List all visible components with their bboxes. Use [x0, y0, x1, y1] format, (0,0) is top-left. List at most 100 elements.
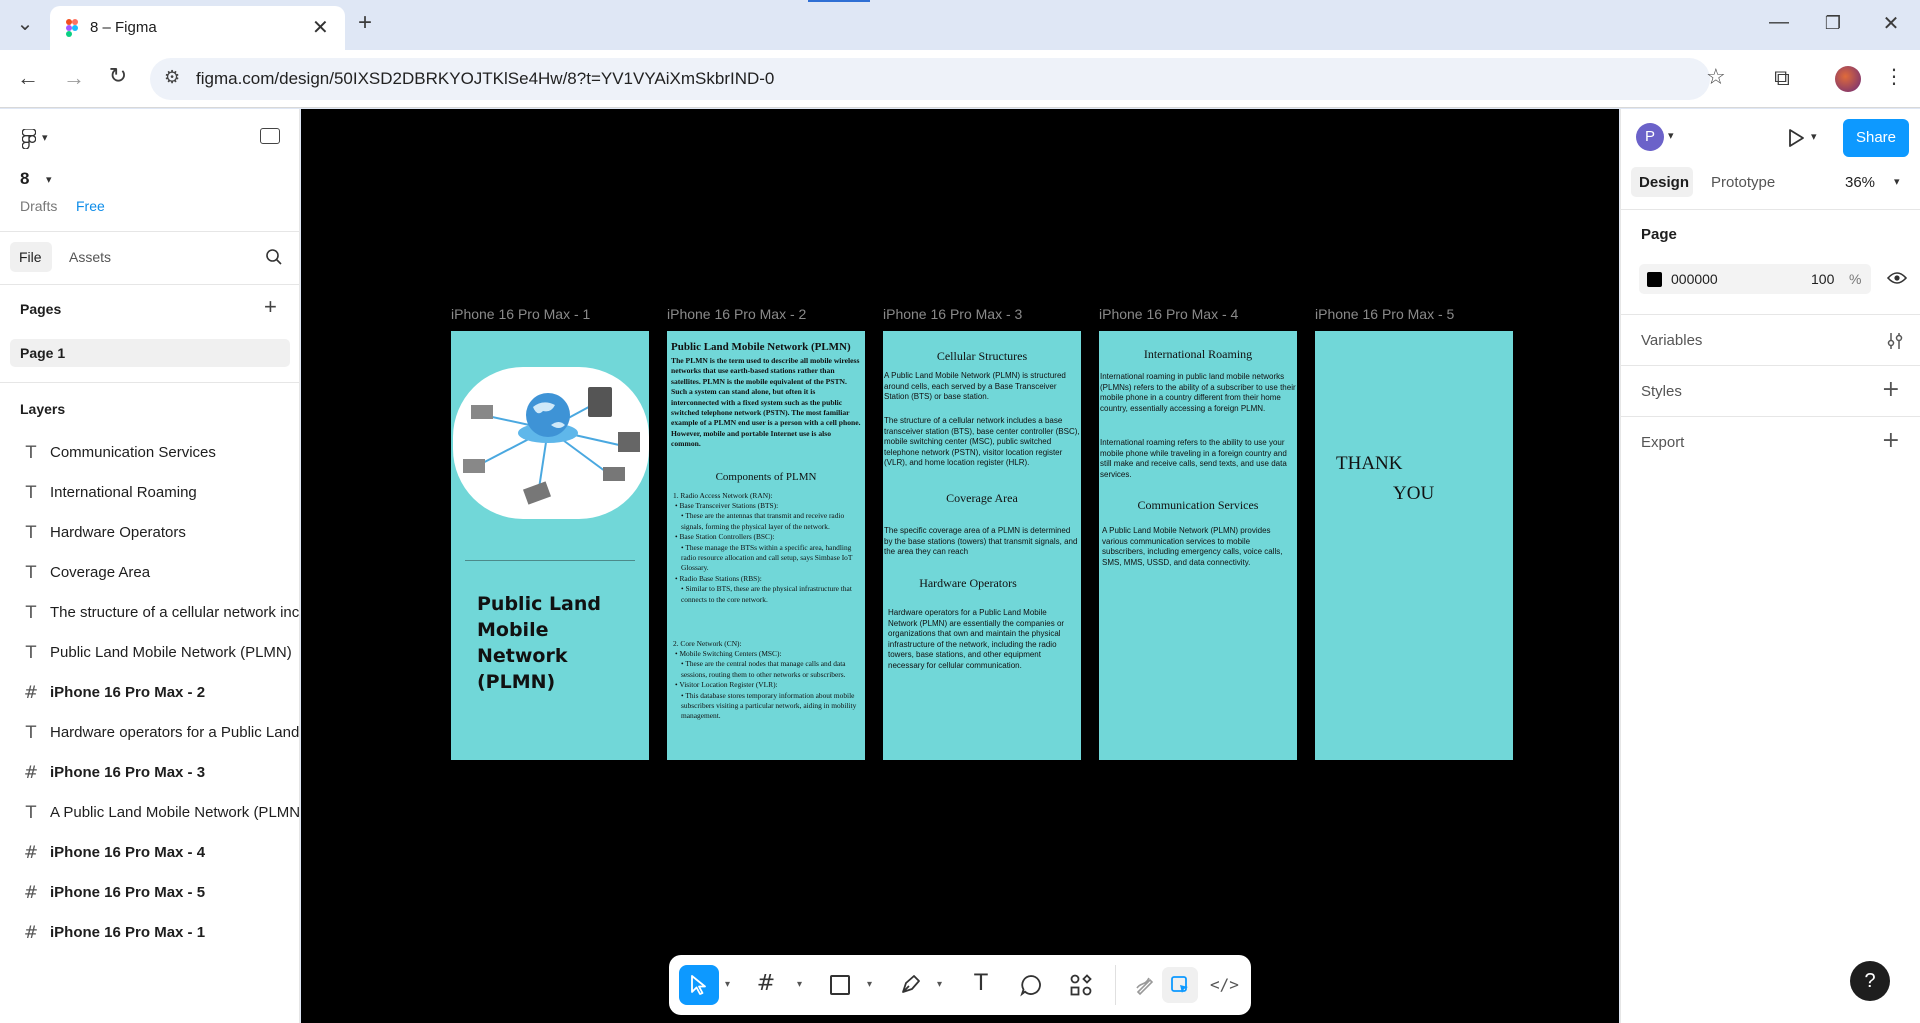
extensions-icon[interactable]: ⧉: [1770, 67, 1794, 89]
site-info-icon[interactable]: ⚙: [164, 67, 180, 88]
page-item[interactable]: Page 1: [10, 339, 290, 367]
layer-row[interactable]: T The structure of a cellular network inc: [0, 593, 300, 633]
pen-tool-chevron-icon[interactable]: ▾: [937, 979, 942, 990]
reload-icon[interactable]: ↻: [106, 66, 130, 88]
minimize-window-icon[interactable]: —: [1768, 12, 1790, 32]
frame-tool-chevron-icon[interactable]: ▾: [797, 979, 802, 990]
layer-label: Coverage Area: [50, 564, 151, 581]
variables-settings-icon[interactable]: [1887, 332, 1903, 350]
layer-label: iPhone 16 Pro Max - 5: [50, 884, 206, 901]
comment-tool-icon[interactable]: [1019, 973, 1043, 997]
frame-iphone-1[interactable]: Public Land Mobile Network (PLMN): [451, 331, 649, 760]
bookmark-star-icon[interactable]: ☆: [1706, 65, 1726, 90]
file-name-chevron-icon[interactable]: ▾: [46, 173, 52, 186]
file-name[interactable]: 8: [20, 169, 29, 189]
frame-iphone-2[interactable]: Public Land Mobile Network (PLMN) The PL…: [667, 331, 865, 760]
layer-label: The structure of a cellular network inc: [50, 604, 300, 621]
tab-design-label: Design: [1639, 174, 1690, 191]
layer-row[interactable]: T International Roaming: [0, 473, 300, 513]
present-play-icon[interactable]: [1788, 129, 1804, 147]
browser-tab[interactable]: 8 – Figma ✕: [50, 6, 345, 50]
browser-menu-icon[interactable]: ⋮: [1884, 67, 1904, 87]
layer-row[interactable]: # iPhone 16 Pro Max - 3: [0, 753, 300, 793]
add-export-icon[interactable]: +: [1882, 428, 1900, 453]
frame-iphone-3[interactable]: Cellular Structures A Public Land Mobile…: [883, 331, 1081, 760]
back-icon[interactable]: ←: [16, 67, 40, 89]
shape-tool-chevron-icon[interactable]: ▾: [867, 979, 872, 990]
text-tool-icon[interactable]: T: [969, 971, 993, 997]
figma-menu-chevron-icon[interactable]: ▾: [42, 131, 48, 144]
layer-label: Communication Services: [50, 444, 216, 461]
page-color-swatch[interactable]: [1647, 272, 1662, 287]
drafts-link[interactable]: Drafts: [20, 198, 57, 214]
actions-tool-icon[interactable]: [1069, 973, 1093, 997]
design-mode-button[interactable]: [1162, 967, 1198, 1003]
zoom-chevron-icon[interactable]: ▾: [1894, 175, 1900, 188]
draw-mode-icon[interactable]: [1135, 974, 1157, 996]
layer-row[interactable]: T Public Land Mobile Network (PLMN): [0, 633, 300, 673]
layer-row[interactable]: # iPhone 16 Pro Max - 1: [0, 913, 300, 953]
layer-row[interactable]: T Hardware operators for a Public Land: [0, 713, 300, 753]
frame-title[interactable]: iPhone 16 Pro Max - 3: [883, 306, 1022, 322]
frame-title[interactable]: iPhone 16 Pro Max - 1: [451, 306, 590, 322]
shape-tool-icon[interactable]: [830, 975, 850, 995]
restore-window-icon[interactable]: ❐: [1822, 13, 1844, 33]
pages-heading: Pages: [20, 301, 62, 317]
present-chevron-icon[interactable]: ▾: [1811, 130, 1817, 143]
frame-title[interactable]: iPhone 16 Pro Max - 5: [1315, 306, 1454, 322]
visibility-eye-icon[interactable]: [1887, 271, 1907, 285]
layer-row[interactable]: # iPhone 16 Pro Max - 5: [0, 873, 300, 913]
tab-assets[interactable]: Assets: [69, 249, 111, 265]
page-color-field[interactable]: 000000 100 %: [1639, 264, 1871, 294]
avatar-chevron-icon[interactable]: ▾: [1668, 129, 1674, 142]
help-button-label: ?: [1864, 970, 1876, 992]
divider: [0, 382, 300, 383]
frame-iphone-4[interactable]: International Roaming International roam…: [1099, 331, 1297, 760]
search-icon[interactable]: [265, 248, 283, 266]
close-window-icon[interactable]: ✕: [1880, 13, 1902, 33]
move-tool-button[interactable]: [679, 965, 719, 1005]
add-page-icon[interactable]: +: [264, 294, 277, 320]
url-text[interactable]: figma.com/design/50IXSD2DBRKYOJTKlSe4Hw/…: [196, 69, 774, 89]
frame-tool-icon[interactable]: #: [754, 971, 778, 997]
zoom-level[interactable]: 36%: [1845, 174, 1875, 191]
layer-row[interactable]: T Coverage Area: [0, 553, 300, 593]
help-button[interactable]: ?: [1850, 961, 1890, 1001]
frame-title[interactable]: iPhone 16 Pro Max - 2: [667, 306, 806, 322]
new-tab-icon[interactable]: +: [354, 11, 376, 35]
plan-badge[interactable]: Free: [76, 198, 105, 214]
user-avatar[interactable]: P: [1636, 123, 1664, 151]
page-color-hex[interactable]: 000000: [1671, 271, 1718, 287]
frame3-heading-1: Cellular Structures: [936, 349, 1028, 363]
figma-menu-icon[interactable]: [22, 129, 36, 149]
page-opacity[interactable]: 100: [1811, 271, 1834, 287]
design-canvas[interactable]: iPhone 16 Pro Max - 1 iPhone 16 Pro Max …: [301, 109, 1619, 1023]
share-button[interactable]: Share: [1843, 119, 1909, 157]
forward-icon[interactable]: →: [62, 67, 86, 89]
layer-row[interactable]: # iPhone 16 Pro Max - 2: [0, 673, 300, 713]
tab-file[interactable]: File: [10, 242, 52, 272]
frame-title[interactable]: iPhone 16 Pro Max - 4: [1099, 306, 1238, 322]
url-field[interactable]: ⚙ figma.com/design/50IXSD2DBRKYOJTKlSe4H…: [150, 58, 1726, 100]
frame-iphone-5[interactable]: THANK YOU: [1315, 331, 1513, 760]
add-style-icon[interactable]: +: [1882, 377, 1900, 402]
profile-avatar[interactable]: [1835, 66, 1861, 92]
tab-file-label: File: [19, 249, 42, 265]
move-tool-chevron-icon[interactable]: ▾: [725, 979, 730, 990]
pen-tool-icon[interactable]: [899, 972, 923, 996]
tab-design[interactable]: Design: [1631, 167, 1693, 197]
list-item-text: Radio Base Stations (RBS):: [679, 573, 762, 583]
panel-toggle-icon[interactable]: [260, 128, 280, 144]
tab-prototype[interactable]: Prototype: [1711, 174, 1775, 191]
tab-list-chevron-icon[interactable]: ⌄: [14, 14, 36, 34]
layers-heading: Layers: [20, 401, 66, 417]
network-globe-image: [453, 367, 649, 519]
layer-row[interactable]: # iPhone 16 Pro Max - 4: [0, 833, 300, 873]
variables-label[interactable]: Variables: [1641, 332, 1702, 349]
close-tab-icon[interactable]: ✕: [312, 15, 329, 39]
layer-row[interactable]: T A Public Land Mobile Network (PLMN): [0, 793, 300, 833]
layer-row[interactable]: T Communication Services: [0, 433, 300, 473]
dev-mode-icon[interactable]: </>: [1210, 975, 1239, 994]
list-item: • This database stores temporary informa…: [681, 690, 857, 721]
layer-row[interactable]: T Hardware Operators: [0, 513, 300, 553]
